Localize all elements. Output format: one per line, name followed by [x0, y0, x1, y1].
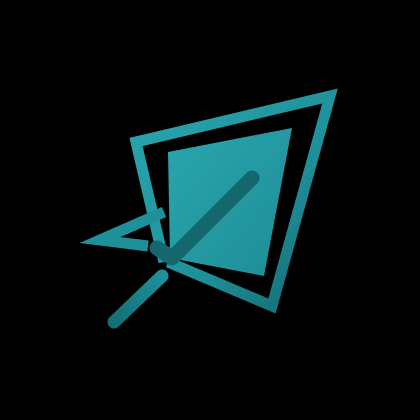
logo-canvas: [0, 0, 420, 420]
paper-plane-check-logo-icon: [79, 88, 338, 329]
logo-tail-stroke: [107, 269, 169, 329]
